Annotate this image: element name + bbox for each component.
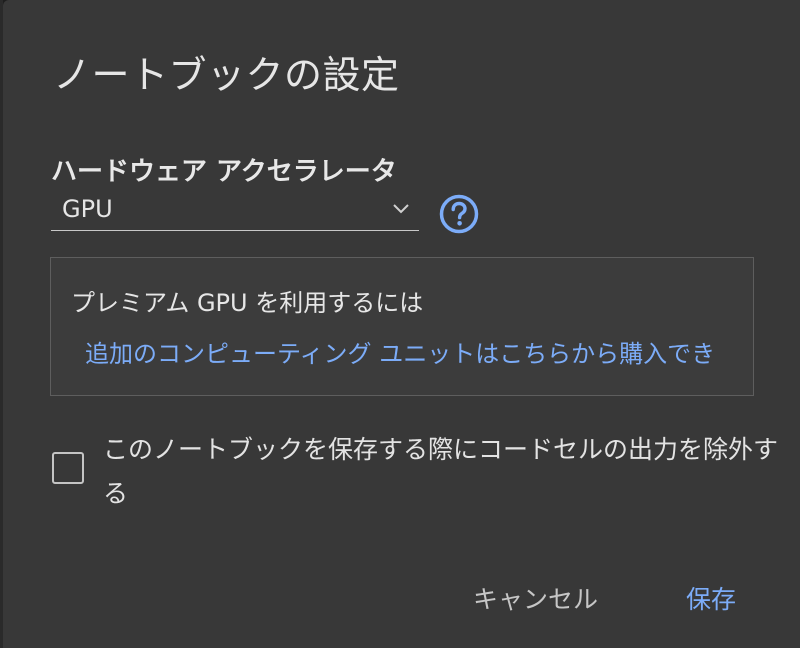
purchase-compute-units-link[interactable]: 追加のコンピューティング ユニットはこちらから購入でき bbox=[85, 334, 715, 369]
premium-gpu-text: プレミアム GPU を利用するには bbox=[71, 289, 424, 317]
chevron-down-icon bbox=[393, 204, 409, 214]
help-circle-icon[interactable] bbox=[439, 194, 479, 234]
premium-gpu-box: プレミアム GPU を利用するには 追加のコンピューティング ユニットはこちらか… bbox=[50, 257, 754, 396]
exclude-output-label: このノートブックを保存する際にコードセルの出力を除外する bbox=[103, 435, 779, 508]
notebook-settings-dialog: ノートブックの設定 ハードウェア アクセラレータ GPU プレミアム GPU を… bbox=[3, 0, 800, 648]
accelerator-selected-value: GPU bbox=[62, 195, 113, 223]
accelerator-label: ハードウェア アクセラレータ bbox=[51, 157, 397, 187]
accelerator-select[interactable]: GPU bbox=[51, 192, 419, 231]
exclude-output-checkbox[interactable] bbox=[52, 452, 84, 484]
dialog-title: ノートブックの設定 bbox=[53, 53, 400, 97]
save-button[interactable]: 保存 bbox=[686, 580, 736, 616]
cancel-button[interactable]: キャンセル bbox=[473, 580, 598, 616]
